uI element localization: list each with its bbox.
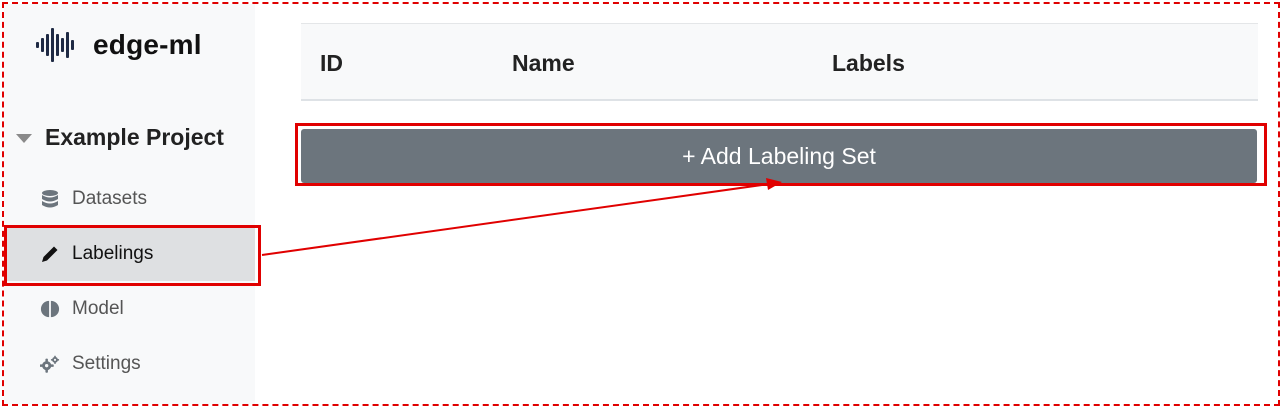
- annotation-arrow: [261, 178, 782, 256]
